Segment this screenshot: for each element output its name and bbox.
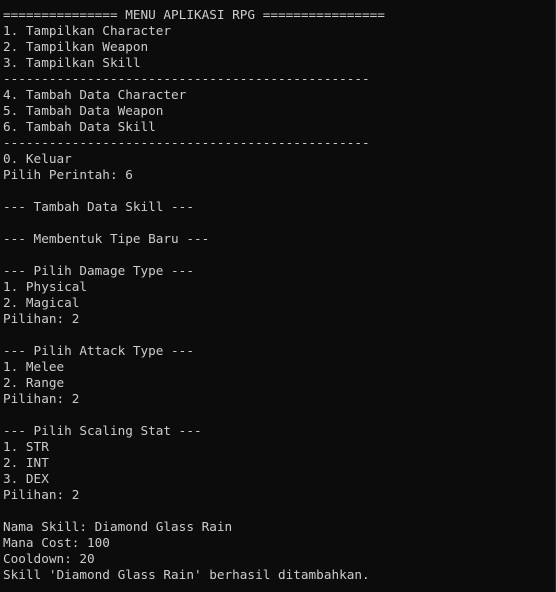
success-message: Skill 'Diamond Glass Rain' berhasil dita… — [3, 567, 370, 582]
section-heading-attack-type: --- Pilih Attack Type --- — [3, 343, 194, 358]
damage-option-physical: 1. Physical — [3, 279, 88, 294]
attack-option-melee: 1. Melee — [3, 359, 65, 374]
menu-divider: ----------------------------------------… — [3, 135, 370, 150]
cooldown-entry: Cooldown: 20 — [3, 551, 95, 566]
menu-option-add-character: 4. Tambah Data Character — [3, 87, 187, 102]
command-prompt: Pilih Perintah: 6 — [3, 167, 133, 182]
stat-option-dex: 3. DEX — [3, 471, 49, 486]
mana-cost-entry: Mana Cost: 100 — [3, 535, 110, 550]
attack-option-range: 2. Range — [3, 375, 65, 390]
stat-option-str: 1. STR — [3, 439, 49, 454]
section-heading-new-type: --- Membentuk Tipe Baru --- — [3, 231, 210, 246]
damage-choice: Pilihan: 2 — [3, 311, 80, 326]
menu-option-add-weapon: 5. Tambah Data Weapon — [3, 103, 164, 118]
section-heading-damage-type: --- Pilih Damage Type --- — [3, 263, 194, 278]
section-heading-add-skill: --- Tambah Data Skill --- — [3, 199, 194, 214]
console-window[interactable]: =============== MENU APLIKASI RPG ======… — [0, 0, 556, 592]
menu-divider: ----------------------------------------… — [3, 71, 370, 86]
stat-choice: Pilihan: 2 — [3, 487, 80, 502]
stat-option-int: 2. INT — [3, 455, 49, 470]
menu-option-show-character: 1. Tampilkan Character — [3, 23, 172, 38]
menu-option-exit: 0. Keluar — [3, 151, 72, 166]
attack-choice: Pilihan: 2 — [3, 391, 80, 406]
section-heading-scaling-stat: --- Pilih Scaling Stat --- — [3, 423, 202, 438]
damage-option-magical: 2. Magical — [3, 295, 80, 310]
skill-name-entry: Nama Skill: Diamond Glass Rain — [3, 519, 233, 534]
menu-header: =============== MENU APLIKASI RPG ======… — [3, 7, 385, 22]
menu-option-show-skill: 3. Tampilkan Skill — [3, 55, 141, 70]
menu-option-add-skill: 6. Tambah Data Skill — [3, 119, 156, 134]
menu-option-show-weapon: 2. Tampilkan Weapon — [3, 39, 149, 54]
